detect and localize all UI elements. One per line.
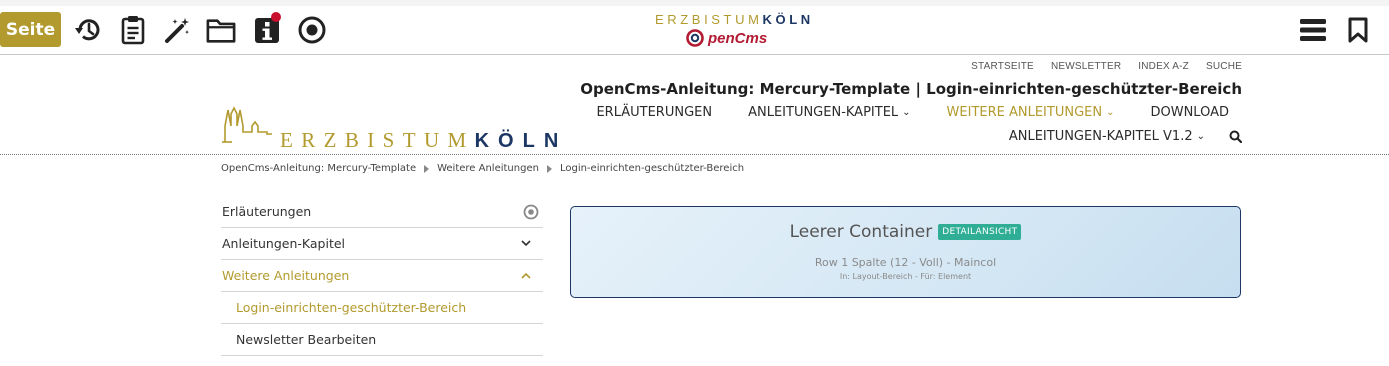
meta-nav: STARTSEITE NEWSLETTER INDEX A-Z SUCHE (954, 61, 1242, 72)
nav-item-anleitungen-kapitel[interactable]: ANLEITUNGEN-KAPITEL ⌄ (748, 105, 910, 120)
chevron-down-icon: ⌄ (1196, 131, 1205, 142)
opencms-toolbar: Seite ERZBISTUMKÖLN penCms (0, 0, 1389, 55)
meta-nav-startseite[interactable]: STARTSEITE (971, 61, 1034, 72)
site-logo[interactable]: ERZBISTUMKÖLN (222, 104, 558, 152)
breadcrumb-separator-icon (424, 164, 430, 173)
breadcrumb-item[interactable]: Weitere Anleitungen (437, 163, 539, 174)
notification-dot (271, 12, 281, 22)
nav-item-download[interactable]: DOWNLOAD (1150, 105, 1229, 120)
chevron-up-icon[interactable] (521, 272, 531, 279)
container-title: Leerer Container (789, 222, 933, 242)
site-header: ERZBISTUMKÖLN STARTSEITE NEWSLETTER INDE… (0, 55, 1389, 155)
chevron-down-icon: ⌄ (902, 107, 911, 118)
magic-wand-icon[interactable] (162, 14, 192, 46)
chevron-down-icon: ⌄ (1106, 107, 1115, 118)
seite-button[interactable]: Seite (0, 12, 61, 47)
sidenav-item-anleitungen-kapitel[interactable]: Anleitungen-Kapitel (221, 228, 543, 260)
container-info-line: Row 1 Spalte (12 - Voll) - Maincol (814, 256, 997, 269)
nav-item-anleitungen-kapitel-v12[interactable]: ANLEITUNGEN-KAPITEL V1.2 ⌄ (1009, 129, 1205, 144)
empty-container-placeholder[interactable]: Leerer Container DETAILANSICHT Row 1 Spa… (570, 206, 1241, 298)
center-logo: ERZBISTUMKÖLN penCms (645, 12, 815, 52)
nav-item-weitere-anleitungen[interactable]: WEITERE ANLEITUNGEN ⌄ (947, 105, 1115, 120)
opencms-logo: penCms (685, 28, 767, 48)
sidenav-item-weitere-anleitungen[interactable]: Weitere Anleitungen (221, 260, 543, 292)
sidenav-item-erlaeuterungen[interactable]: Erläuterungen (221, 196, 543, 228)
info-icon[interactable] (252, 12, 282, 46)
menu-icon[interactable] (1298, 14, 1328, 46)
folder-icon[interactable] (206, 14, 236, 46)
breadcrumb-separator-icon (546, 164, 552, 173)
clipboard-icon[interactable] (118, 14, 148, 46)
target-icon[interactable] (297, 14, 327, 46)
center-logo-wordmark: ERZBISTUMKÖLN (655, 12, 814, 27)
meta-nav-suche[interactable]: SUCHE (1206, 61, 1242, 72)
browser-strip (0, 0, 1389, 6)
bookmark-icon[interactable] (1343, 14, 1373, 46)
main-nav-row2: ANLEITUNGEN-KAPITEL V1.2 ⌄ (1009, 129, 1242, 144)
site-logo-wordmark: ERZBISTUMKÖLN (280, 128, 568, 152)
breadcrumb-item[interactable]: Login-einrichten-geschützter-Bereich (560, 163, 744, 174)
main-nav: ERLÄUTERUNGEN ANLEITUNGEN-KAPITEL ⌄ WEITE… (560, 105, 1229, 120)
nav-item-erlaeuterungen[interactable]: ERLÄUTERUNGEN (596, 105, 712, 120)
chevron-down-icon[interactable] (521, 240, 531, 247)
target-icon[interactable] (523, 204, 539, 220)
detail-badge: DETAILANSICHT (938, 224, 1022, 240)
history-icon[interactable] (73, 14, 103, 46)
site-title: OpenCms-Anleitung: Mercury-Template | Lo… (580, 80, 1242, 98)
breadcrumb-item[interactable]: OpenCms-Anleitung: Mercury-Template (221, 163, 416, 174)
sidenav-subitem-login[interactable]: Login-einrichten-geschützter-Bereich (221, 292, 543, 324)
meta-nav-index[interactable]: INDEX A-Z (1138, 61, 1189, 72)
container-info-subline: In: Layout-Bereich - Für: Element (839, 272, 972, 281)
side-navigation: Erläuterungen Anleitungen-Kapitel Weiter… (221, 196, 543, 356)
breadcrumb: OpenCms-Anleitung: Mercury-Template Weit… (221, 163, 744, 174)
container-heading: Leerer Container DETAILANSICHT (571, 222, 1240, 242)
search-icon[interactable] (1229, 130, 1242, 143)
meta-nav-newsletter[interactable]: NEWSLETTER (1051, 61, 1121, 72)
sidenav-subitem-newsletter[interactable]: Newsletter Bearbeiten (221, 324, 543, 356)
cathedral-icon (222, 106, 272, 143)
opencms-o-icon (686, 29, 704, 47)
